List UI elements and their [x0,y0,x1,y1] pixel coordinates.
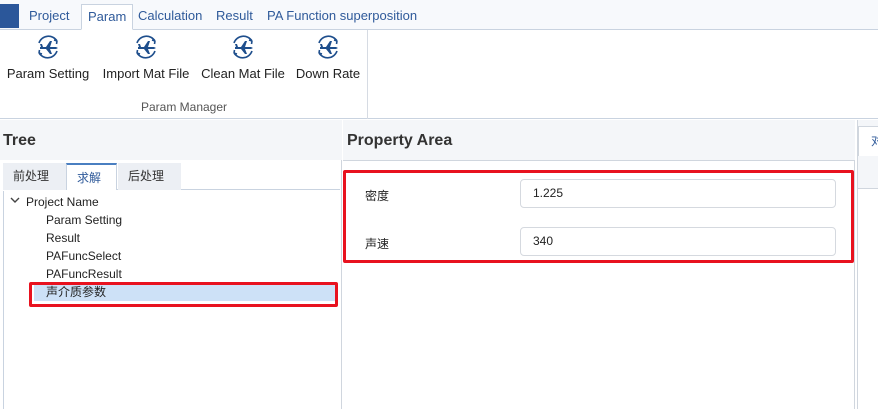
property-panel: Property Area 密度 1.225 声速 340 [343,120,855,409]
property-grid: 密度 1.225 声速 340 [343,160,855,409]
clean-mat-file-label: Clean Mat File [201,66,285,81]
sound-speed-field[interactable]: 340 [520,227,836,256]
import-mat-file-label: Import Mat File [102,66,190,81]
right-side-panel: 对 [857,120,878,409]
tab-calculation[interactable]: Calculation [132,4,208,30]
airplane-cycle-icon [38,35,58,59]
airplane-cycle-icon [136,35,156,59]
tree-node-acoustic-medium-params[interactable]: 声介质参数 [34,283,336,301]
tree-node-result[interactable]: Result [46,229,80,247]
right-panel-tab[interactable]: 对 [858,126,878,156]
tree-node-param-setting[interactable]: Param Setting [46,211,122,229]
right-panel-content [858,188,878,409]
tab-project[interactable]: Project [23,4,75,30]
ribbon-tab-bar: Project Param Calculation Result PA Func… [0,0,878,30]
tab-solve[interactable]: 求解 [66,163,117,190]
chevron-down-icon[interactable] [10,195,20,205]
tab-param[interactable]: Param [81,4,134,30]
property-panel-title: Property Area [347,132,453,149]
param-setting-button[interactable]: Param Setting [6,32,90,86]
clean-mat-file-button[interactable]: Clean Mat File [199,32,287,86]
airplane-cycle-icon [318,35,338,59]
tree-tab-bar: 前处理 求解 后处理 [3,160,340,190]
ribbon-panel: Param Setting Import Mat File Clean Mat … [0,30,878,119]
tab-postprocess[interactable]: 后处理 [118,163,181,190]
sound-speed-label: 声速 [365,237,390,251]
tree-panel-header: Tree [0,120,342,160]
tab-pa-function-superposition[interactable]: PA Function superposition [261,4,423,30]
tree-panel: Tree 前处理 求解 后处理 Project Name Param Setti… [0,120,342,409]
ribbon-group-label: Param Manager [140,100,228,114]
param-setting-label: Param Setting [6,66,90,81]
tab-preprocess[interactable]: 前处理 [3,163,66,190]
tree-panel-title: Tree [3,132,36,149]
property-panel-header: Property Area [343,120,855,160]
density-label: 密度 [365,189,390,203]
density-field[interactable]: 1.225 [520,179,836,208]
tree-node-pafuncresult[interactable]: PAFuncResult [46,265,122,283]
tree-node-project-name[interactable]: Project Name [26,193,99,211]
down-rate-button[interactable]: Down Rate [294,32,362,86]
tab-result[interactable]: Result [210,4,259,30]
app-menu-button[interactable] [0,4,19,28]
import-mat-file-button[interactable]: Import Mat File [99,32,193,86]
down-rate-label: Down Rate [295,66,361,81]
airplane-cycle-icon [233,35,253,59]
tree-view: Project Name Param Setting Result PAFunc… [3,191,340,409]
tree-node-pafuncselect[interactable]: PAFuncSelect [46,247,121,265]
param-manager-group: Param Setting Import Mat File Clean Mat … [0,30,368,119]
